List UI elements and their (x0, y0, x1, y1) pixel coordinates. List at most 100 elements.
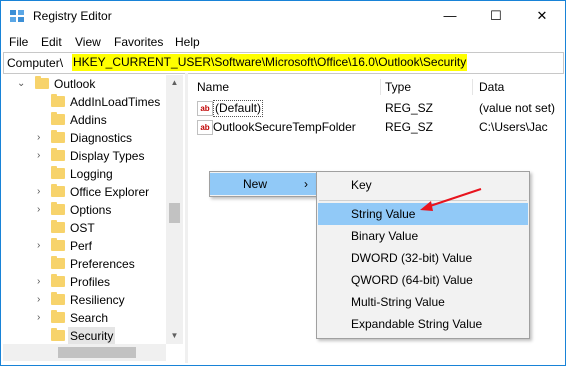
value-name: (Default) (213, 100, 264, 117)
folder-icon (51, 148, 65, 161)
tree-item-label: Security (68, 327, 116, 344)
tree-item-office-explorer[interactable]: › Office Explorer (3, 183, 168, 201)
tree-item-label: Search (70, 311, 109, 325)
chevron-right-icon: › (304, 177, 308, 191)
folder-icon (51, 310, 65, 323)
tree-item-label: Preferences (70, 257, 135, 271)
value-row[interactable]: ab (Default) REG_SZ (value not set) (189, 99, 563, 117)
menu-favorites[interactable]: Favorites (114, 35, 163, 49)
maximize-button[interactable]: ☐ (473, 1, 519, 31)
column-header-type[interactable]: Type (385, 75, 411, 99)
tree-item-profiles[interactable]: › Profiles (3, 273, 168, 291)
folder-icon (51, 130, 65, 143)
tree-item-perf[interactable]: › Perf (3, 237, 168, 255)
tree-item-diagnostics[interactable]: › Diagnostics (3, 129, 168, 147)
tree-item-options[interactable]: › Options (3, 201, 168, 219)
scroll-down-icon[interactable]: ▼ (166, 328, 183, 344)
menu-item-label: Multi-String Value (351, 295, 445, 309)
chevron-right-icon[interactable]: › (37, 183, 47, 201)
title-bar[interactable]: Registry Editor — ☐ ✕ (1, 1, 565, 31)
folder-icon (51, 202, 65, 215)
menu-item-qword-value[interactable]: QWORD (64-bit) Value (317, 269, 529, 291)
value-name: OutlookSecureTempFolder (213, 120, 356, 134)
folder-icon (51, 328, 65, 341)
menu-item-expandable-string-value[interactable]: Expandable String Value (317, 313, 529, 335)
menu-item-label: Expandable String Value (351, 317, 483, 331)
folder-icon (51, 112, 65, 125)
tree-item-label: Outlook (54, 77, 96, 91)
string-value-icon: ab (197, 101, 213, 116)
column-separator[interactable] (472, 79, 473, 95)
chevron-right-icon[interactable]: › (37, 273, 47, 291)
folder-icon (51, 238, 65, 251)
menu-item-new[interactable]: New › (210, 173, 318, 195)
column-header-name[interactable]: Name (197, 75, 229, 99)
chevron-right-icon[interactable]: › (37, 237, 47, 255)
red-pointer-arrow-icon (420, 188, 482, 211)
folder-icon (51, 184, 65, 197)
menu-file[interactable]: File (9, 35, 28, 49)
value-data: C:\Users\Jac (479, 120, 548, 134)
chevron-right-icon[interactable]: › (37, 309, 47, 327)
registry-editor-app-icon (10, 10, 24, 22)
scroll-thumb[interactable] (169, 203, 180, 223)
pane-splitter[interactable] (185, 73, 188, 363)
menu-bar: File Edit View Favorites Help (1, 32, 565, 52)
folder-icon (51, 274, 65, 287)
menu-item-label: QWORD (64-bit) Value (351, 273, 473, 287)
tree-item-addins[interactable]: Addins (3, 111, 168, 129)
scroll-thumb[interactable] (58, 347, 136, 358)
tree-item-display-types[interactable]: › Display Types (3, 147, 168, 165)
tree-item-ost[interactable]: OST (3, 219, 168, 237)
tree-horizontal-scrollbar[interactable] (3, 344, 166, 361)
chevron-right-icon[interactable]: › (37, 129, 47, 147)
menu-item-label: DWORD (32-bit) Value (351, 251, 473, 265)
address-path[interactable]: HKEY_CURRENT_USER\Software\Microsoft\Off… (72, 54, 468, 71)
registry-editor-window: Registry Editor — ☐ ✕ File Edit View Fav… (0, 0, 566, 366)
column-header-data[interactable]: Data (479, 75, 504, 99)
value-type: REG_SZ (385, 120, 434, 134)
tree-item-label: Office Explorer (70, 185, 150, 199)
tree-item-label: Profiles (70, 275, 111, 289)
tree-item-label: Addins (70, 113, 107, 127)
tree-item-search[interactable]: › Search (3, 309, 168, 327)
menu-item-dword-value[interactable]: DWORD (32-bit) Value (317, 247, 529, 269)
tree-item-label: AddInLoadTimes (70, 95, 161, 109)
menu-item-label: Key (351, 178, 372, 192)
address-bar[interactable]: Computer\ HKEY_CURRENT_USER\Software\Mic… (3, 52, 564, 74)
folder-icon (35, 76, 49, 89)
tree-item-label: Resiliency (70, 293, 125, 307)
menu-item-label: String Value (351, 207, 416, 221)
tree-item-preferences[interactable]: Preferences (3, 255, 168, 273)
value-type: REG_SZ (385, 101, 434, 115)
close-button[interactable]: ✕ (519, 1, 565, 31)
window-title: Registry Editor (33, 9, 112, 23)
chevron-right-icon[interactable]: › (37, 201, 47, 219)
folder-icon (51, 94, 65, 107)
tree-item-resiliency[interactable]: › Resiliency (3, 291, 168, 309)
tree-vertical-scrollbar[interactable]: ▲ ▼ (166, 75, 183, 344)
menu-item-binary-value[interactable]: Binary Value (317, 225, 529, 247)
chevron-right-icon[interactable]: › (37, 147, 47, 165)
folder-icon (51, 166, 65, 179)
menu-help[interactable]: Help (175, 35, 200, 49)
menu-item-multi-string-value[interactable]: Multi-String Value (317, 291, 529, 313)
scroll-up-icon[interactable]: ▲ (166, 75, 183, 91)
folder-icon (51, 220, 65, 233)
minimize-button[interactable]: — (427, 1, 473, 31)
menu-edit[interactable]: Edit (41, 35, 62, 49)
tree-item-label: Display Types (70, 149, 145, 163)
folder-icon (51, 292, 65, 305)
tree-item-label: OST (70, 221, 95, 235)
chevron-down-icon[interactable]: ⌄ (17, 75, 27, 93)
value-row[interactable]: ab OutlookSecureTempFolder REG_SZ C:\Use… (189, 118, 563, 136)
tree-item-label: Logging (70, 167, 113, 181)
menu-view[interactable]: View (75, 35, 101, 49)
tree-item-addinloadtimes[interactable]: AddInLoadTimes (3, 93, 168, 111)
key-tree: ⌄ Outlook AddInLoadTimes Addins › Diagno… (3, 75, 183, 344)
value-data: (value not set) (479, 101, 556, 115)
chevron-right-icon[interactable]: › (37, 291, 47, 309)
column-separator[interactable] (380, 79, 381, 95)
tree-item-logging[interactable]: Logging (3, 165, 168, 183)
tree-item-security[interactable]: Security (3, 327, 168, 344)
